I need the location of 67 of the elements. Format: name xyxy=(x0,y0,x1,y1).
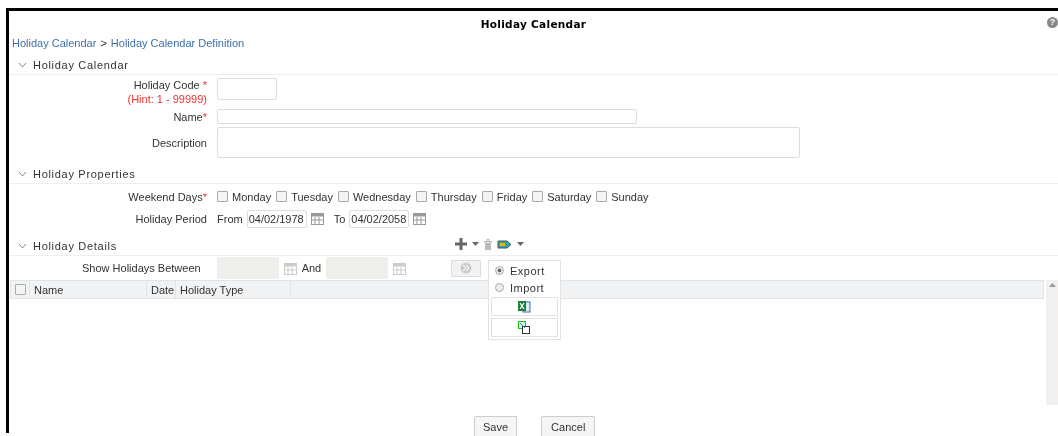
export-icon[interactable] xyxy=(497,238,512,250)
file-import-icon xyxy=(518,321,531,334)
and-label: And xyxy=(301,262,322,274)
text-area[interactable] xyxy=(217,127,800,158)
chevron-down-icon[interactable] xyxy=(18,61,27,68)
to-label: To xyxy=(333,212,346,225)
import-file-button[interactable] xyxy=(491,318,558,337)
radio-label[interactable]: Import xyxy=(510,281,545,294)
action-button[interactable]: Cancel xyxy=(541,416,596,436)
double-arrow-icon xyxy=(460,262,473,274)
scrollbar[interactable] xyxy=(1046,280,1058,405)
window-title: Holiday Calendar xyxy=(480,18,587,32)
breadcrumb-link[interactable]: Holiday Calendar Definition xyxy=(110,37,245,49)
checkbox[interactable] xyxy=(337,191,349,202)
radio-button[interactable] xyxy=(495,283,504,292)
radio-label[interactable]: Export xyxy=(510,264,545,277)
action-button[interactable]: Save xyxy=(474,416,518,436)
chevron-down-icon[interactable] xyxy=(18,170,27,177)
checkbox[interactable] xyxy=(532,191,544,202)
checkbox-label[interactable]: Tuesday xyxy=(291,190,333,203)
breadcrumb-link[interactable]: Holiday Calendar xyxy=(12,37,97,49)
checkbox-label[interactable]: Sunday xyxy=(611,190,649,203)
column-header[interactable]: Holiday Type xyxy=(176,281,291,298)
checkbox-label[interactable]: Saturday xyxy=(547,190,592,203)
checkbox-label[interactable]: Wednesday xyxy=(352,190,411,203)
add-icon[interactable] xyxy=(455,238,467,250)
checkbox-label[interactable]: Monday xyxy=(232,190,272,203)
calendar-icon[interactable] xyxy=(413,212,427,225)
section-title: Holiday Details xyxy=(33,239,117,252)
column-header[interactable]: Date xyxy=(147,281,176,298)
input-field[interactable] xyxy=(217,109,637,124)
chevron-down-icon[interactable] xyxy=(18,242,27,249)
column-header[interactable]: Name xyxy=(30,281,147,298)
section-title: Holiday Calendar xyxy=(33,58,129,71)
field-label: Holiday Code * xyxy=(133,78,207,92)
spreadsheet-icon xyxy=(518,300,531,313)
date-field[interactable]: 04/02/2058 xyxy=(349,209,410,228)
calendar-icon[interactable] xyxy=(393,261,407,275)
checkbox[interactable] xyxy=(276,191,288,202)
field-label: Name* xyxy=(173,109,207,124)
section-title: Holiday Properties xyxy=(33,167,136,180)
trash-icon[interactable] xyxy=(484,238,492,250)
scroll-up-icon[interactable] xyxy=(1048,283,1056,287)
caret-icon[interactable] xyxy=(517,242,524,246)
checkbox-label[interactable]: Thursday xyxy=(430,190,477,203)
field-label: Show Holidays Between xyxy=(82,262,201,274)
calendar-icon[interactable] xyxy=(310,212,324,225)
spreadsheet-button[interactable] xyxy=(491,297,558,316)
checkbox-label[interactable]: Friday xyxy=(496,190,528,203)
checkbox[interactable] xyxy=(415,191,427,202)
checkbox[interactable] xyxy=(217,191,228,202)
input-field[interactable] xyxy=(217,78,277,100)
breadcrumb-separator: > xyxy=(100,37,107,49)
go-button[interactable] xyxy=(451,259,482,277)
field-label: Holiday Period xyxy=(135,211,207,226)
checkbox[interactable] xyxy=(15,284,26,295)
radio-button[interactable] xyxy=(495,266,504,275)
field-label: Weekend Days* xyxy=(128,189,207,204)
help-icon[interactable]: ? xyxy=(1047,17,1058,28)
checkbox[interactable] xyxy=(481,191,493,202)
calendar-icon[interactable] xyxy=(283,261,297,275)
hint-text: (Hint: 1 - 99999) xyxy=(127,92,207,106)
date-field[interactable]: 04/02/1978 xyxy=(246,209,307,228)
from-label: From xyxy=(217,212,243,225)
caret-icon[interactable] xyxy=(472,242,479,246)
checkbox[interactable] xyxy=(596,191,608,202)
field-label: Description xyxy=(151,135,207,150)
